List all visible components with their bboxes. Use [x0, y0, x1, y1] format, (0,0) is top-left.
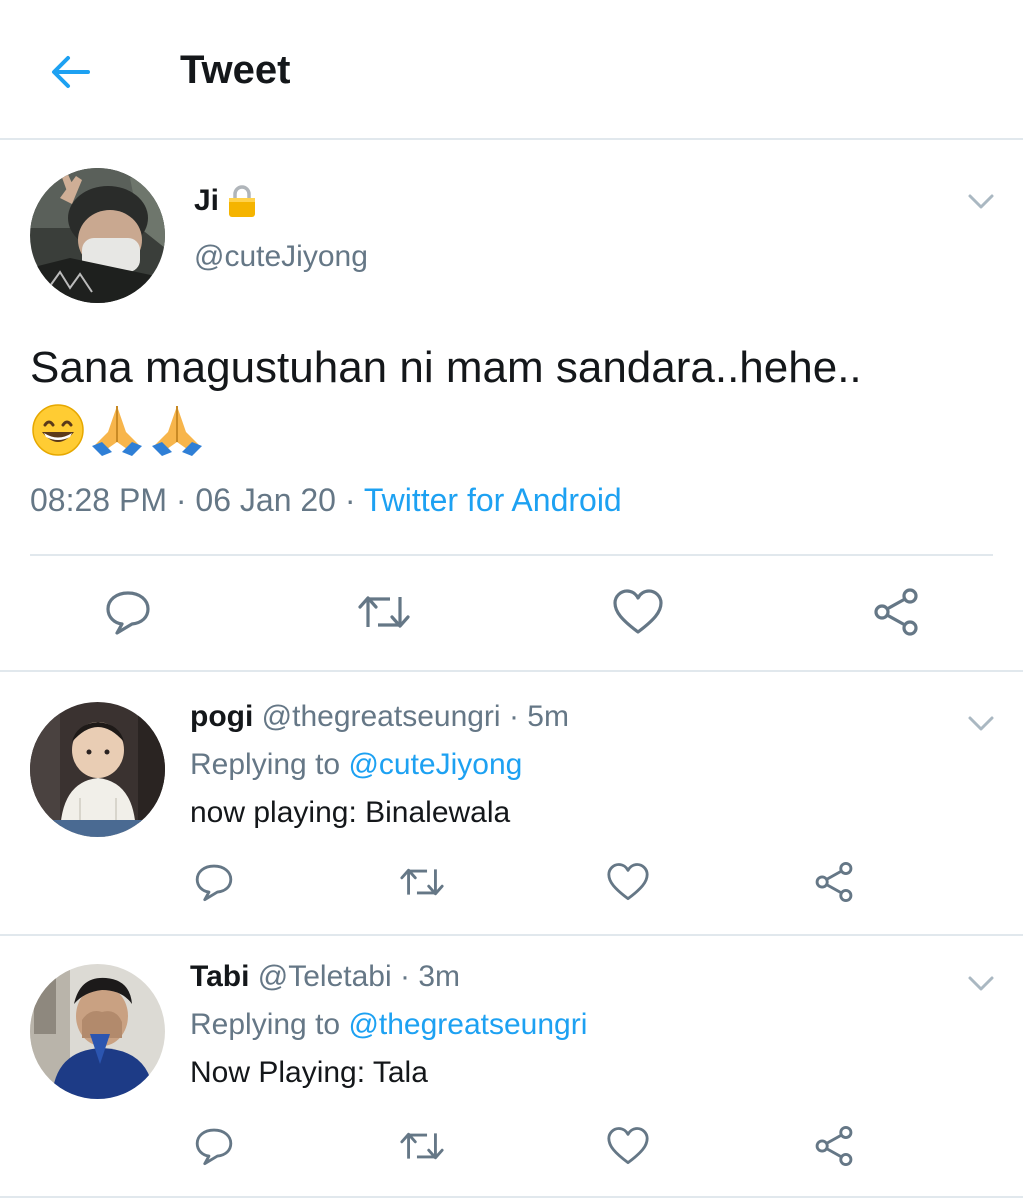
retweet-icon	[400, 1132, 444, 1160]
author-handle[interactable]: @cuteJiyong	[194, 240, 368, 274]
chevron-down-icon[interactable]	[966, 712, 996, 736]
avatar[interactable]	[30, 168, 165, 303]
reply-button[interactable]	[190, 1122, 238, 1170]
retweet-icon	[358, 596, 410, 628]
retweet-button[interactable]	[354, 582, 414, 642]
reply-tweet[interactable]: pogi @thegreatseungri · 5m Replying to @…	[0, 674, 1023, 936]
reply-header: Tabi @Teletabi · 3m	[190, 960, 460, 994]
reply-author-handle[interactable]: @Teletabi	[258, 960, 392, 993]
share-button[interactable]	[810, 858, 858, 906]
replying-to-label: Replying to	[190, 748, 341, 781]
share-icon	[874, 588, 918, 636]
top-app-bar: Tweet	[0, 0, 1023, 140]
share-button[interactable]	[866, 582, 926, 642]
grinning-face-emoji	[32, 404, 84, 456]
folded-hands-emoji	[152, 406, 202, 456]
divider	[30, 554, 993, 556]
reply-text: now playing: Binalewala	[190, 796, 511, 829]
avatar[interactable]	[30, 702, 165, 837]
like-button[interactable]	[604, 1122, 652, 1170]
reply-header: pogi @thegreatseungri · 5m	[190, 700, 569, 734]
retweet-icon	[400, 868, 444, 896]
replying-to-label: Replying to	[190, 1008, 341, 1041]
retweet-button[interactable]	[396, 858, 448, 906]
tweet-action-bar	[0, 582, 1023, 642]
meta-separator: ·	[335, 482, 364, 518]
author-name[interactable]: Ji	[194, 184, 219, 218]
reply-author-name[interactable]: pogi	[190, 700, 253, 733]
main-tweet: Ji @cuteJiyong Sana magustuhan ni mam sa…	[0, 142, 1023, 672]
chevron-down-icon[interactable]	[966, 972, 996, 996]
tweet-source-link[interactable]: Twitter for Android	[364, 482, 622, 518]
meta-separator: ·	[508, 700, 528, 733]
meta-separator: ·	[400, 960, 419, 993]
tweet-meta: 08:28 PM · 06 Jan 20 · Twitter for Andro…	[30, 482, 622, 519]
lock-icon	[229, 185, 256, 217]
page-title: Tweet	[180, 48, 291, 92]
replying-to-line: Replying to @thegreatseungri	[190, 1008, 587, 1042]
tweet-text: Sana magustuhan ni mam sandara..hehe..	[30, 343, 862, 392]
reply-text: Now Playing: Tala	[190, 1056, 428, 1089]
share-icon	[815, 861, 853, 903]
reply-icon	[195, 864, 233, 902]
tweet-emoji-row	[30, 402, 206, 458]
tweet-date: 06 Jan 20	[195, 482, 336, 518]
share-button[interactable]	[810, 1122, 858, 1170]
reply-icon	[106, 591, 150, 635]
like-button[interactable]	[604, 858, 652, 906]
reply-time: 3m	[418, 960, 461, 993]
heart-icon	[607, 863, 649, 901]
reply-author-handle[interactable]: @thegreatseungri	[262, 700, 501, 733]
reply-time: 5m	[527, 700, 569, 733]
meta-separator: ·	[166, 482, 196, 518]
back-button[interactable]	[44, 46, 96, 98]
avatar[interactable]	[30, 964, 165, 1099]
reply-author-name[interactable]: Tabi	[190, 960, 249, 993]
reply-tweet[interactable]: Tabi @Teletabi · 3m Replying to @thegrea…	[0, 936, 1023, 1198]
heart-icon	[613, 589, 663, 634]
tweet-time: 08:28 PM	[30, 482, 167, 518]
replying-to-line: Replying to @cuteJiyong	[190, 748, 522, 782]
mention-link[interactable]: @thegreatseungri	[348, 1008, 587, 1041]
reply-icon	[195, 1128, 233, 1166]
arrow-left-icon	[52, 56, 90, 88]
like-button[interactable]	[608, 582, 668, 642]
reply-button[interactable]	[98, 582, 158, 642]
reply-button[interactable]	[190, 858, 238, 906]
heart-icon	[607, 1127, 649, 1165]
folded-hands-emoji	[92, 406, 142, 456]
chevron-down-icon[interactable]	[966, 190, 996, 214]
author-name-row: Ji	[194, 184, 257, 218]
share-icon	[815, 1125, 853, 1167]
retweet-button[interactable]	[396, 1122, 448, 1170]
mention-link[interactable]: @cuteJiyong	[348, 748, 522, 781]
